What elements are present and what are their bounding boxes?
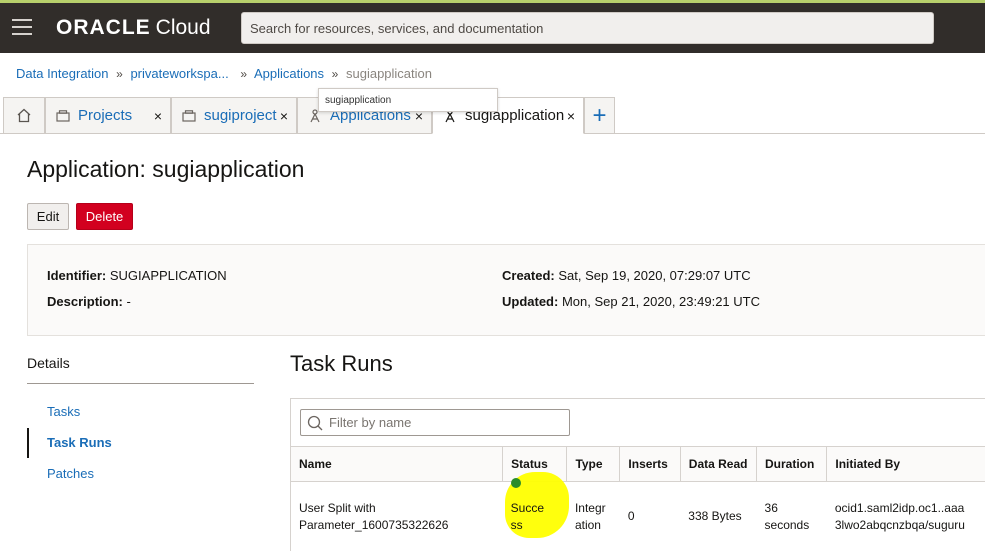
updated-row: Updated: Mon, Sep 21, 2020, 23:49:21 UTC [502, 294, 760, 309]
column-header-duration[interactable]: Duration [756, 446, 827, 482]
close-icon[interactable]: × [154, 108, 162, 124]
close-icon[interactable]: × [567, 108, 575, 124]
created-value: Sat, Sep 19, 2020, 07:29:07 UTC [558, 268, 751, 283]
close-icon[interactable]: × [280, 108, 288, 124]
cell-name-line: User Split with [299, 500, 376, 515]
search-icon [307, 415, 323, 430]
description-label: Description: [47, 294, 123, 309]
oracle-cloud-logo[interactable]: ORACLE Cloud [56, 16, 211, 40]
sidebar-active-indicator [27, 428, 29, 458]
breadcrumb-separator: » [331, 67, 339, 81]
project-icon [56, 109, 70, 123]
breadcrumb: Data Integration » privateworkspa... » A… [16, 66, 432, 81]
delete-button[interactable]: Delete [76, 203, 133, 230]
initiated-line: ocid1.saml2idp.oc1..aaa [834, 500, 965, 515]
duration-line: 36 [764, 500, 778, 515]
cell-name[interactable]: User Split with Parameter_1600735322626 [291, 482, 503, 551]
filter-by-name-input[interactable]: Filter by name [300, 409, 570, 436]
application-info-panel: Identifier: SUGIAPPLICATION Description:… [27, 244, 985, 336]
sidebar-item-task-runs[interactable]: Task Runs [47, 435, 112, 450]
cell-initiated-by: ocid1.saml2idp.oc1..aaa 3lwo2abqcnzbqa/s… [827, 482, 985, 551]
menu-icon[interactable] [12, 19, 32, 35]
sidebar-heading: Details [27, 355, 70, 371]
brand-sub: Cloud [155, 16, 211, 39]
column-header-type[interactable]: Type [566, 446, 620, 482]
created-row: Created: Sat, Sep 19, 2020, 07:29:07 UTC [502, 268, 751, 283]
cell-status: Succe ss [503, 471, 569, 551]
identifier-label: Identifier: [47, 268, 107, 283]
description-row: Description: - [47, 294, 131, 309]
breadcrumb-current: sugiapplication [345, 66, 432, 81]
task-runs-title: Task Runs [290, 351, 393, 376]
column-header-data-read[interactable]: Data Read [679, 446, 757, 482]
updated-label: Updated: [502, 294, 559, 309]
sidebar-divider [27, 383, 254, 384]
type-line: Integr [574, 500, 606, 515]
breadcrumb-data-integration[interactable]: Data Integration [16, 66, 109, 81]
cell-type: Integr ation [567, 482, 620, 551]
success-dot-icon [510, 477, 521, 488]
add-tab-button[interactable]: + [584, 97, 615, 134]
plus-icon: + [592, 101, 607, 129]
top-accent-stripe [0, 0, 985, 3]
tab-home[interactable] [3, 97, 45, 134]
home-icon [17, 108, 31, 123]
breadcrumb-separator: » [240, 67, 248, 81]
cell-duration: 36 seconds [757, 482, 827, 551]
filter-placeholder: Filter by name [329, 415, 412, 430]
tab-label: sugiproject [204, 107, 277, 124]
column-header-name[interactable]: Name [291, 446, 503, 482]
tab-sugiproject[interactable]: sugiproject × [171, 97, 297, 134]
brand-main: ORACLE [56, 16, 151, 39]
breadcrumb-workspace[interactable]: privateworkspa... [130, 66, 228, 81]
tab-projects[interactable]: Projects × [45, 97, 171, 134]
cell-data-read: 338 Bytes [688, 509, 742, 524]
breadcrumb-applications[interactable]: Applications [254, 66, 324, 81]
table-row[interactable]: User Split with Parameter_1600735322626 … [291, 471, 985, 551]
tab-tooltip: sugiapplication [318, 88, 498, 112]
status-line: ss [510, 517, 523, 532]
sidebar-item-tasks[interactable]: Tasks [47, 404, 80, 419]
global-search-input[interactable]: Search for resources, services, and docu… [241, 12, 934, 44]
status-indicator: Succe ss [504, 471, 569, 538]
page-title: Application: sugiapplication [27, 156, 305, 182]
project-icon [182, 109, 196, 123]
identifier-value: SUGIAPPLICATION [109, 268, 227, 283]
updated-value: Mon, Sep 21, 2020, 23:49:21 UTC [561, 294, 760, 309]
created-label: Created: [502, 268, 555, 283]
cell-inserts: 0 [627, 509, 635, 524]
tab-label: Projects [78, 107, 133, 124]
edit-button[interactable]: Edit [27, 203, 69, 230]
description-value: - [126, 294, 131, 309]
table-header-row: Name Status Type Inserts Data Read Durat… [291, 446, 985, 482]
sidebar-item-patches[interactable]: Patches [47, 466, 94, 481]
column-header-initiated-by[interactable]: Initiated By [826, 446, 985, 482]
status-line: Succe [510, 500, 544, 515]
duration-line: seconds [764, 517, 810, 532]
initiated-line: 3lwo2abqcnzbqa/suguru [834, 517, 965, 532]
cell-name-line: Parameter_1600735322626 [299, 517, 449, 532]
breadcrumb-separator: » [116, 67, 123, 81]
type-line: ation [574, 517, 601, 532]
task-runs-table: Name Status Type Inserts Data Read Durat… [291, 446, 985, 551]
top-bar: ORACLE Cloud Search for resources, servic… [0, 0, 985, 53]
identifier-row: Identifier: SUGIAPPLICATION [47, 268, 227, 283]
column-header-inserts[interactable]: Inserts [619, 446, 681, 482]
